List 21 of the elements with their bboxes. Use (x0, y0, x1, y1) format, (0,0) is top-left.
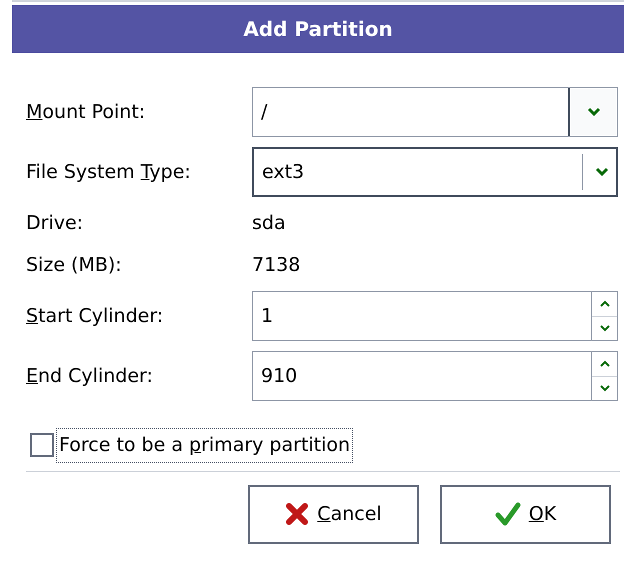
checkmark-icon (494, 501, 521, 527)
spin-field[interactable]: 1 (252, 291, 618, 341)
field-label: Start Cylinder: (26, 304, 164, 329)
field-label: Drive: (26, 210, 84, 236)
cancel-button[interactable]: Cancel (248, 484, 419, 544)
checkbox-label[interactable]: Force to be a primary partition (56, 428, 354, 462)
spin-field[interactable]: 910 (252, 351, 618, 401)
checkbox[interactable] (30, 433, 54, 458)
window-title: Add Partition (243, 16, 393, 43)
field-label: End Cylinder: (26, 364, 154, 389)
cross-icon (285, 502, 310, 526)
chevron-down-icon (586, 107, 600, 117)
field-value: sda (252, 210, 286, 236)
field-label: Mount Point: (26, 100, 146, 125)
file-system-dropdown[interactable]: ext3 (252, 147, 618, 197)
field-label: Size (MB): (26, 252, 123, 278)
ok-button[interactable]: OK (440, 484, 611, 544)
field-value: 7138 (252, 252, 300, 278)
chevron-down-icon (594, 167, 608, 177)
mount-point-combo[interactable]: / (252, 87, 618, 137)
field-label: File System Type: (26, 160, 192, 185)
